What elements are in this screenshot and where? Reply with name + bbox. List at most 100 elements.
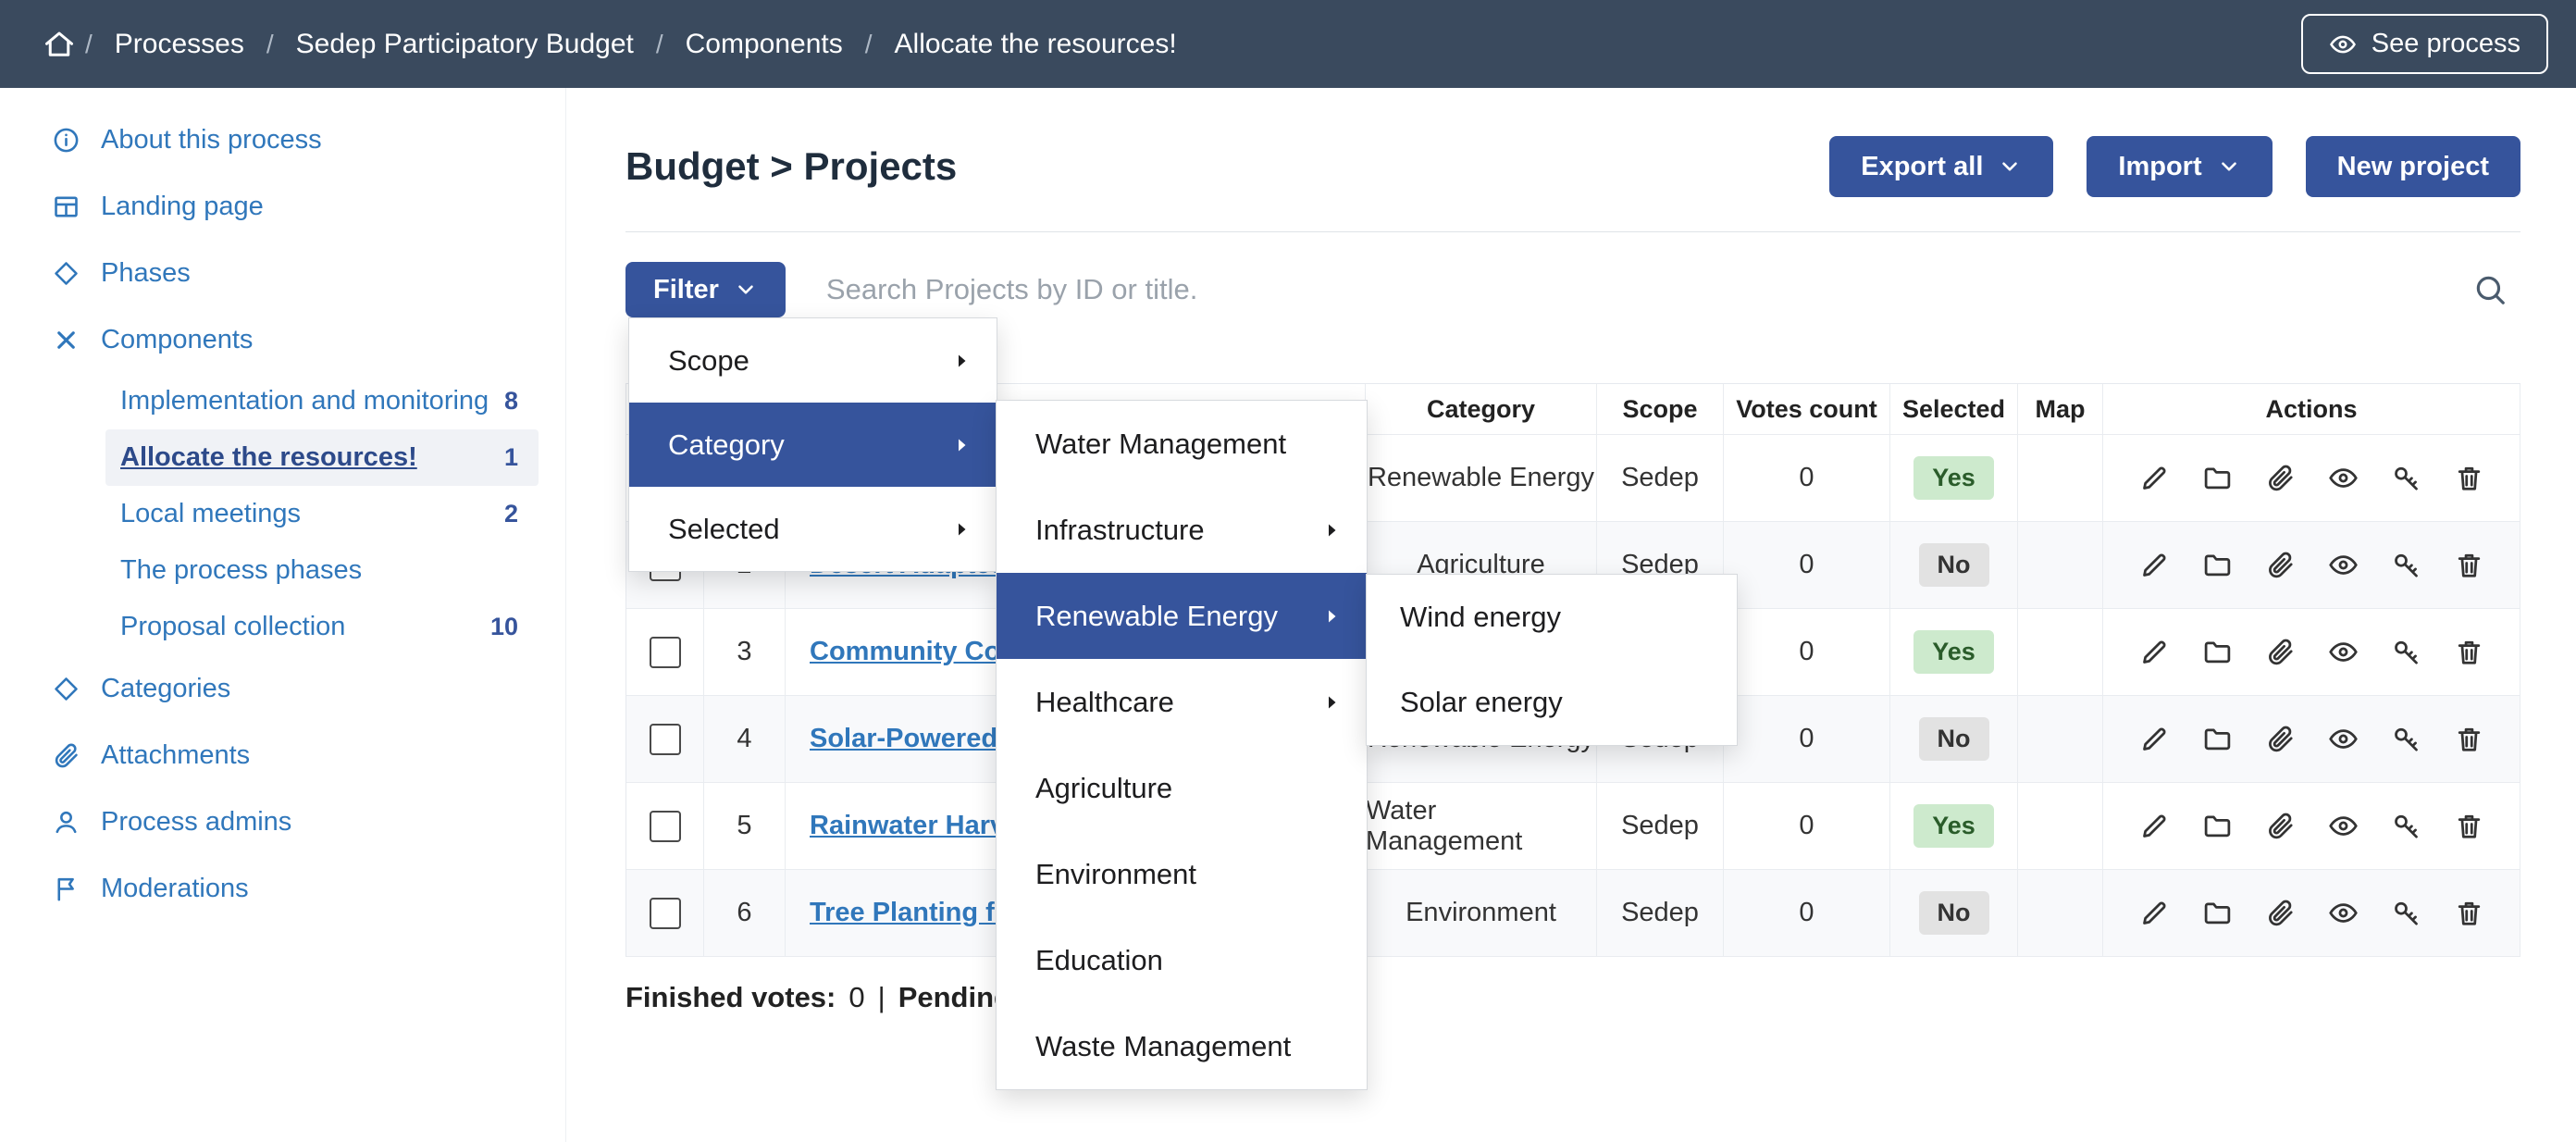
edit-icon[interactable] [2139,811,2170,841]
project-title-link[interactable]: Solar-Powered S [810,724,1022,754]
chevron-down-icon [1998,155,2022,179]
see-process-button[interactable]: See process [2301,14,2548,74]
edit-icon[interactable] [2139,724,2170,754]
attachment-icon[interactable] [2265,898,2296,928]
preview-icon[interactable] [2328,463,2359,493]
menu-item-water-management[interactable]: Water Management [997,401,1367,487]
menu-item-label: Environment [1035,858,1196,891]
breadcrumb-components[interactable]: Components [686,29,843,60]
attachment-icon[interactable] [2265,724,2296,754]
menu-item-selected[interactable]: Selected [629,487,997,571]
menu-item-waste-management[interactable]: Waste Management [997,1003,1367,1089]
sidebar-item-label: Process admins [101,807,291,838]
edit-icon[interactable] [2139,637,2170,667]
table-row: 6 Tree Planting fo Environment Sedep 0 N… [626,870,2520,957]
preview-icon[interactable] [2328,550,2359,580]
stats-separator: | [878,981,886,1014]
page-title: Budget > Projects [625,144,957,189]
sidebar-item-about[interactable]: About this process [0,106,565,173]
breadcrumb-process-name[interactable]: Sedep Participatory Budget [296,29,634,60]
submenu-arrow-icon [1320,519,1343,541]
preview-icon[interactable] [2328,898,2359,928]
permissions-key-icon[interactable] [2391,637,2421,667]
sidebar-item-moderations[interactable]: Moderations [0,855,565,922]
header-category: Category [1366,384,1597,435]
sidebar-item-categories[interactable]: Categories [0,655,565,722]
edit-icon[interactable] [2139,898,2170,928]
folder-icon[interactable] [2202,898,2233,928]
delete-icon[interactable] [2454,550,2484,580]
delete-icon[interactable] [2454,637,2484,667]
menu-item-education[interactable]: Education [997,917,1367,1003]
sidebar-subitem-process-phases[interactable]: The process phases [105,542,539,599]
menu-item-label: Scope [668,344,749,378]
sidebar-item-phases[interactable]: Phases [0,240,565,306]
permissions-key-icon[interactable] [2391,550,2421,580]
preview-icon[interactable] [2328,811,2359,841]
attachment-icon[interactable] [2265,550,2296,580]
edit-icon[interactable] [2139,550,2170,580]
menu-item-scope[interactable]: Scope [629,318,997,403]
menu-item-healthcare[interactable]: Healthcare [997,659,1367,745]
row-checkbox[interactable] [650,898,681,929]
new-project-button[interactable]: New project [2306,136,2520,197]
sidebar-item-attachments[interactable]: Attachments [0,722,565,788]
sidebar-item-label: Components [101,325,253,355]
project-title-link[interactable]: Tree Planting fo [810,898,1011,928]
paperclip-icon [52,741,80,770]
menu-item-agriculture[interactable]: Agriculture [997,745,1367,831]
preview-icon[interactable] [2328,637,2359,667]
folder-icon[interactable] [2202,463,2233,493]
row-checkbox[interactable] [650,637,681,668]
row-checkbox[interactable] [650,724,681,755]
sidebar-subitem-implementation[interactable]: Implementation and monitoring 8 [105,373,539,429]
row-votes: 0 [1724,783,1890,870]
diamond-icon [52,259,80,288]
row-checkbox[interactable] [650,811,681,842]
delete-icon[interactable] [2454,724,2484,754]
folder-icon[interactable] [2202,550,2233,580]
menu-item-solar-energy[interactable]: Solar energy [1367,660,1737,745]
attachment-icon[interactable] [2265,637,2296,667]
home-icon[interactable] [43,28,76,61]
folder-icon[interactable] [2202,811,2233,841]
breadcrumb-processes[interactable]: Processes [115,29,244,60]
permissions-key-icon[interactable] [2391,898,2421,928]
sidebar-subitem-local-meetings[interactable]: Local meetings 2 [105,486,539,542]
project-title-link[interactable]: Rainwater Harve [810,811,1020,841]
sidebar-item-label: Landing page [101,192,264,222]
menu-item-infrastructure[interactable]: Infrastructure [997,487,1367,573]
folder-icon[interactable] [2202,724,2233,754]
menu-item-category[interactable]: Category [629,403,997,487]
sidebar-subitem-proposal-collection[interactable]: Proposal collection 10 [105,599,539,655]
preview-icon[interactable] [2328,724,2359,754]
permissions-key-icon[interactable] [2391,811,2421,841]
import-button[interactable]: Import [2087,136,2272,197]
sidebar-item-landing-page[interactable]: Landing page [0,173,565,240]
delete-icon[interactable] [2454,811,2484,841]
permissions-key-icon[interactable] [2391,463,2421,493]
search-input[interactable] [786,272,2472,307]
project-title-link[interactable]: Community Con [810,637,1017,667]
menu-item-renewable-energy[interactable]: Renewable Energy [997,573,1367,659]
sidebar-item-components[interactable]: Components [0,306,565,373]
permissions-key-icon[interactable] [2391,724,2421,754]
folder-icon[interactable] [2202,637,2233,667]
delete-icon[interactable] [2454,898,2484,928]
menu-item-label: Education [1035,944,1163,977]
row-scope: Sedep [1597,870,1724,957]
sidebar-item-process-admins[interactable]: Process admins [0,788,565,855]
edit-icon[interactable] [2139,463,2170,493]
menu-item-environment[interactable]: Environment [997,831,1367,917]
menu-item-wind-energy[interactable]: Wind energy [1367,575,1737,660]
attachment-icon[interactable] [2265,463,2296,493]
breadcrumb-separator: / [865,30,873,59]
row-actions [2103,609,2520,696]
sidebar-subitem-allocate-resources[interactable]: Allocate the resources! 1 [105,429,539,486]
attachment-icon[interactable] [2265,811,2296,841]
delete-icon[interactable] [2454,463,2484,493]
subitem-label: Allocate the resources! [120,442,417,473]
export-all-button[interactable]: Export all [1829,136,2053,197]
search-button[interactable] [2472,272,2508,307]
filter-button[interactable]: Filter [625,262,786,317]
